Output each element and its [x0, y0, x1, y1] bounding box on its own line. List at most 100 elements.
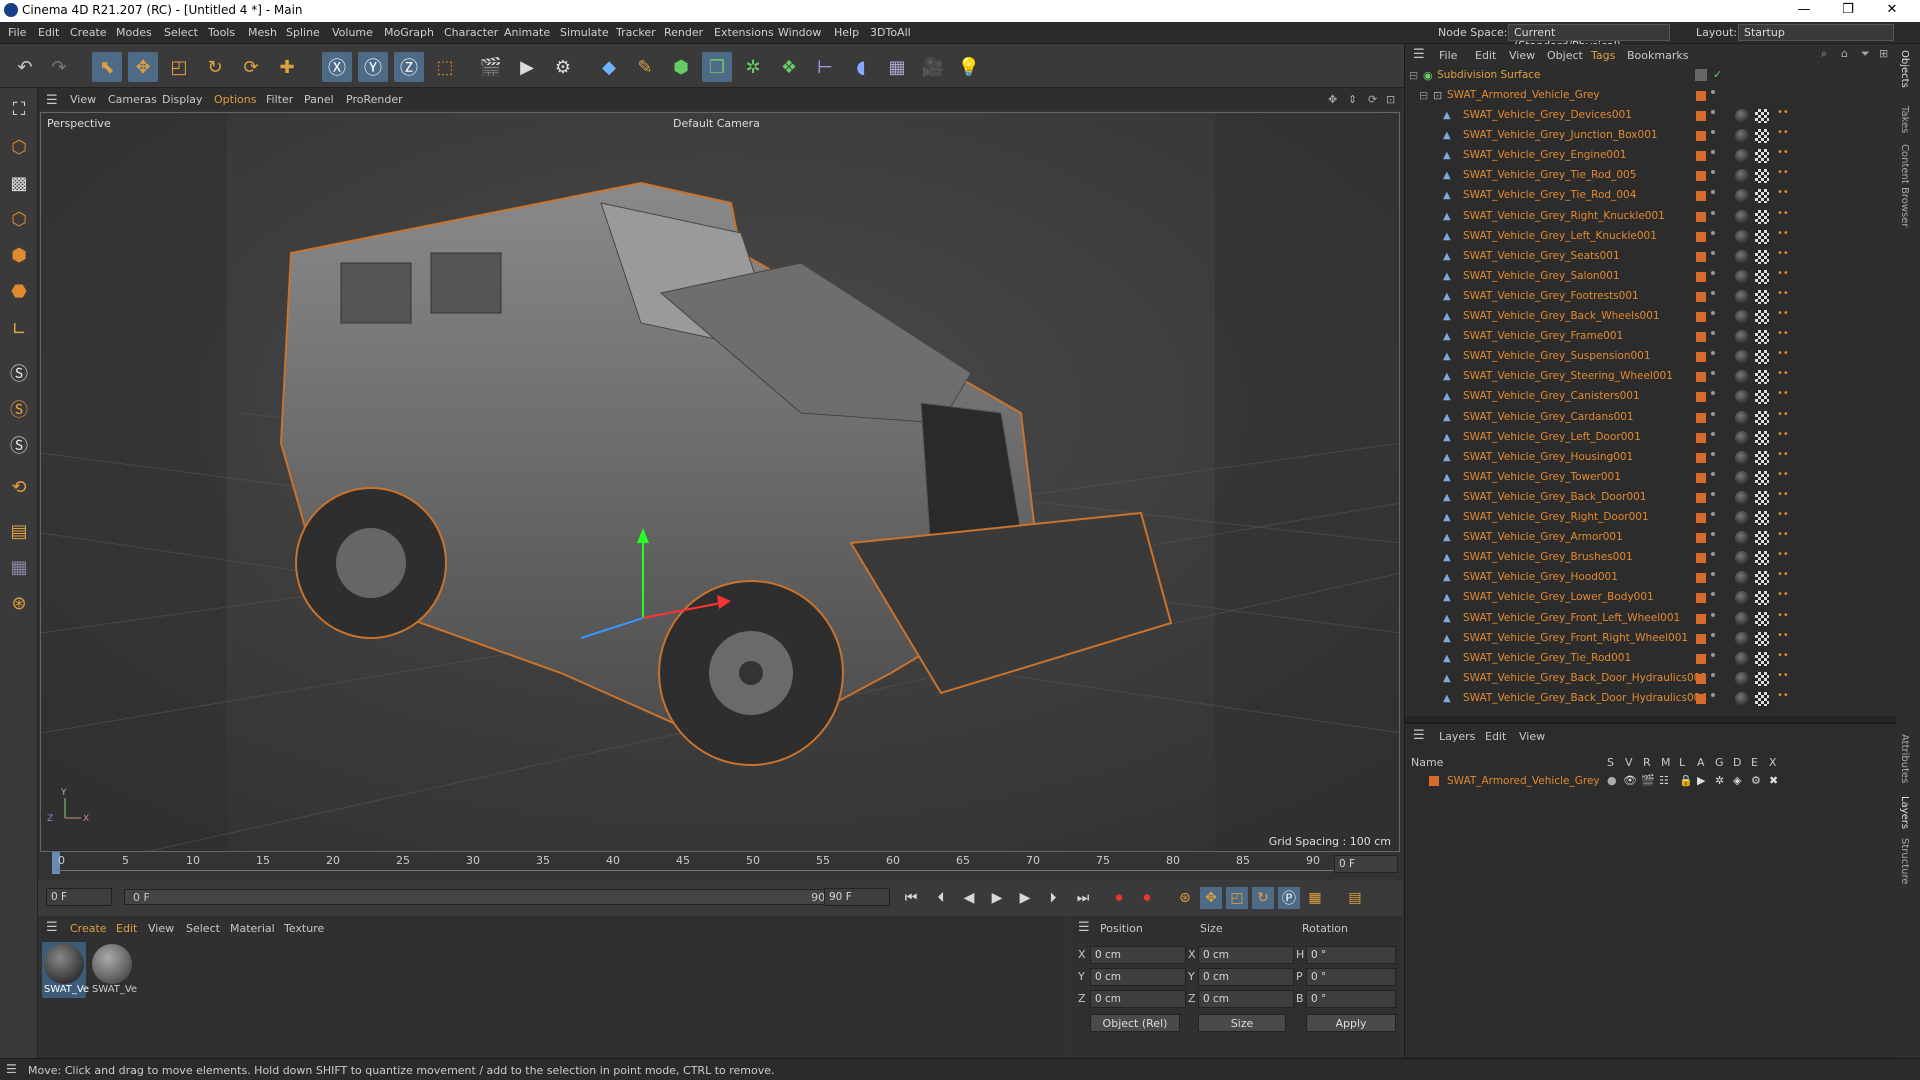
layer-color-icon[interactable]	[1696, 271, 1706, 282]
material-tag-icon[interactable]	[1735, 410, 1749, 425]
material-tag-icon[interactable]	[1735, 229, 1749, 244]
object-filter-icon[interactable]: ⏷	[1861, 47, 1870, 61]
goto-end-icon[interactable]: ⏭	[1072, 887, 1094, 909]
material-tag-icon[interactable]	[1735, 671, 1749, 686]
size-z-field[interactable]: 0 cm	[1198, 990, 1294, 1008]
material-tag-icon[interactable]	[1735, 430, 1749, 445]
move-tool-icon[interactable]: ✥	[128, 52, 158, 82]
solo-icon[interactable]: ●	[1607, 774, 1617, 787]
menu-file[interactable]: File	[8, 26, 26, 39]
menu-create[interactable]: Create	[70, 26, 107, 39]
menu-edit[interactable]: Edit	[38, 26, 59, 39]
object-row[interactable]: ▲ SWAT_Vehicle_Grey_Lower_Body001 ••	[1405, 588, 1897, 608]
expand-icon[interactable]: ⊟	[1419, 89, 1428, 102]
material-tag-icon[interactable]	[1735, 390, 1749, 405]
object-row[interactable]: ▲ SWAT_Vehicle_Grey_Left_Knuckle001 ••	[1405, 227, 1897, 247]
uvw-tag-icon[interactable]	[1755, 490, 1769, 505]
uvw-tag-icon[interactable]	[1755, 249, 1769, 264]
layer-menu-view[interactable]: View	[1519, 730, 1545, 743]
selection-tag-icon[interactable]: ••	[1777, 228, 1789, 243]
uvw-tag-icon[interactable]	[1755, 209, 1769, 224]
layer-color-icon[interactable]	[1696, 653, 1706, 664]
selection-tag-icon[interactable]: ••	[1777, 489, 1789, 504]
visibility-dot-icon[interactable]	[1711, 672, 1715, 677]
uvw-tag-icon[interactable]	[1755, 310, 1769, 324]
grid-workplane-icon[interactable]: ▦	[4, 552, 34, 582]
locked-workplane-icon[interactable]: ⊛	[4, 588, 34, 618]
layer-color-icon[interactable]	[1696, 111, 1706, 121]
uvw-tag-icon[interactable]	[1755, 591, 1769, 606]
enabled-check-icon[interactable]: ✓	[1713, 68, 1722, 81]
uvw-tag-icon[interactable]	[1755, 350, 1769, 365]
visibility-dot-icon[interactable]	[1711, 692, 1715, 697]
material-tag-icon[interactable]	[1735, 591, 1749, 606]
material-tag-icon[interactable]	[1735, 149, 1749, 164]
polygons-mode-icon[interactable]: ⬣	[4, 276, 34, 306]
tab-structure[interactable]: Structure	[1899, 838, 1910, 885]
menu-spline[interactable]: Spline	[286, 26, 320, 39]
selection-tag-icon[interactable]: ••	[1777, 590, 1789, 604]
autokey-icon[interactable]: ⏺	[1136, 887, 1158, 909]
visibility-dot-icon[interactable]	[1711, 431, 1715, 436]
deformer-icon[interactable]: ⊢	[810, 52, 840, 82]
key-pla-icon[interactable]: ▦	[1304, 887, 1326, 909]
selection-tag-icon[interactable]: ••	[1777, 429, 1789, 444]
field-icon[interactable]: ◖	[846, 52, 876, 82]
size-mode-select[interactable]: Size	[1198, 1014, 1286, 1032]
3d-viewport[interactable]: Y X Z Perspective Default Camera Grid Sp…	[40, 112, 1400, 852]
viewport-menu-filter[interactable]: Filter	[266, 93, 293, 106]
object-row[interactable]: ▲ SWAT_Vehicle_Grey_Steering_Wheel001 ••	[1405, 367, 1897, 387]
undo-icon[interactable]: ↶	[10, 52, 40, 82]
render-icon[interactable]: 🎬	[1641, 774, 1655, 787]
pos-y-field[interactable]: 0 cm	[1090, 968, 1186, 986]
coordinates-menu-icon[interactable]: ☰	[1078, 920, 1090, 935]
tab-attributes[interactable]: Attributes	[1899, 734, 1910, 783]
visibility-dot-icon[interactable]	[1711, 592, 1715, 597]
material-thumb[interactable]: SWAT_Ve	[42, 942, 89, 998]
render-picture-viewer-icon[interactable]: ▶	[512, 52, 542, 82]
object-row[interactable]: ▲ SWAT_Vehicle_Grey_Engine001 ••	[1405, 146, 1897, 166]
light-icon[interactable]: 💡	[954, 52, 984, 82]
material-tag-icon[interactable]	[1735, 470, 1749, 485]
visibility-dot-icon[interactable]	[1711, 371, 1715, 376]
record-icon[interactable]: ⏺	[1108, 887, 1130, 909]
material-tag-icon[interactable]	[1735, 631, 1749, 646]
object-row[interactable]: ▲ SWAT_Vehicle_Grey_Salon001 ••	[1405, 267, 1897, 287]
size-x-field[interactable]: 0 cm	[1198, 946, 1294, 964]
visibility-dot-icon[interactable]	[1711, 512, 1715, 516]
object-row[interactable]: ▲ SWAT_Vehicle_Grey_Back_Door_Hydraulics0…	[1405, 689, 1897, 709]
object-row[interactable]: ▲ SWAT_Vehicle_Grey_Canisters001 ••	[1405, 387, 1897, 407]
uvw-tag-icon[interactable]	[1755, 410, 1769, 425]
extrude-generator-icon[interactable]: ❐	[702, 52, 732, 82]
material-menu-icon[interactable]: ☰	[46, 920, 58, 935]
object-row[interactable]: ▲ SWAT_Vehicle_Grey_Right_Door001 ••	[1405, 508, 1897, 528]
timeline-ruler[interactable]: 0 5 10 15 20 25 30 35 40 45 50 55 60 65 …	[38, 852, 1402, 878]
snap-icon[interactable]: Ⓢ	[4, 358, 34, 388]
object-menu-view[interactable]: View	[1509, 49, 1535, 62]
material-tag-icon[interactable]	[1735, 571, 1749, 586]
material-tag-icon[interactable]	[1735, 289, 1749, 304]
material-tag-icon[interactable]	[1735, 651, 1749, 666]
render-settings-icon[interactable]: ⚙	[548, 52, 578, 82]
object-row[interactable]: ▲ SWAT_Vehicle_Grey_Armor001 ••	[1405, 528, 1897, 548]
layer-color-icon[interactable]	[1696, 513, 1706, 523]
rotate-tool-icon[interactable]: ↻	[200, 52, 230, 82]
uvw-tag-icon[interactable]	[1755, 470, 1769, 485]
object-row[interactable]: ▲ SWAT_Vehicle_Grey_Tower001 ••	[1405, 468, 1897, 488]
layer-row[interactable]: SWAT_Armored_Vehicle_Grey ● 👁 🎬 ☷ 🔒 ▶ ✲ …	[1405, 772, 1897, 792]
material-tag-icon[interactable]	[1735, 209, 1749, 224]
menu-animate[interactable]: Animate	[504, 26, 550, 39]
material-tag-icon[interactable]	[1735, 370, 1749, 385]
object-menu-object[interactable]: Object	[1547, 49, 1583, 62]
viewport-maximize-icon[interactable]: ⊡	[1386, 93, 1395, 106]
viewport-menu-options[interactable]: Options	[214, 93, 256, 106]
object-row[interactable]: ▲ SWAT_Vehicle_Grey_Front_Left_Wheel001 ••	[1405, 609, 1897, 629]
axis-mode-icon[interactable]: ∟	[4, 314, 34, 344]
uvw-tag-icon[interactable]	[1755, 571, 1769, 586]
visibility-dot-icon[interactable]	[1711, 150, 1715, 155]
object-row[interactable]: ▲ SWAT_Vehicle_Grey_Back_Door001 ••	[1405, 488, 1897, 508]
selection-tag-icon[interactable]: ••	[1777, 148, 1789, 162]
layer-color-icon[interactable]	[1696, 332, 1706, 343]
layer-color-icon[interactable]	[1696, 432, 1706, 443]
subdivision-surface-icon[interactable]: ⬢	[666, 52, 696, 82]
